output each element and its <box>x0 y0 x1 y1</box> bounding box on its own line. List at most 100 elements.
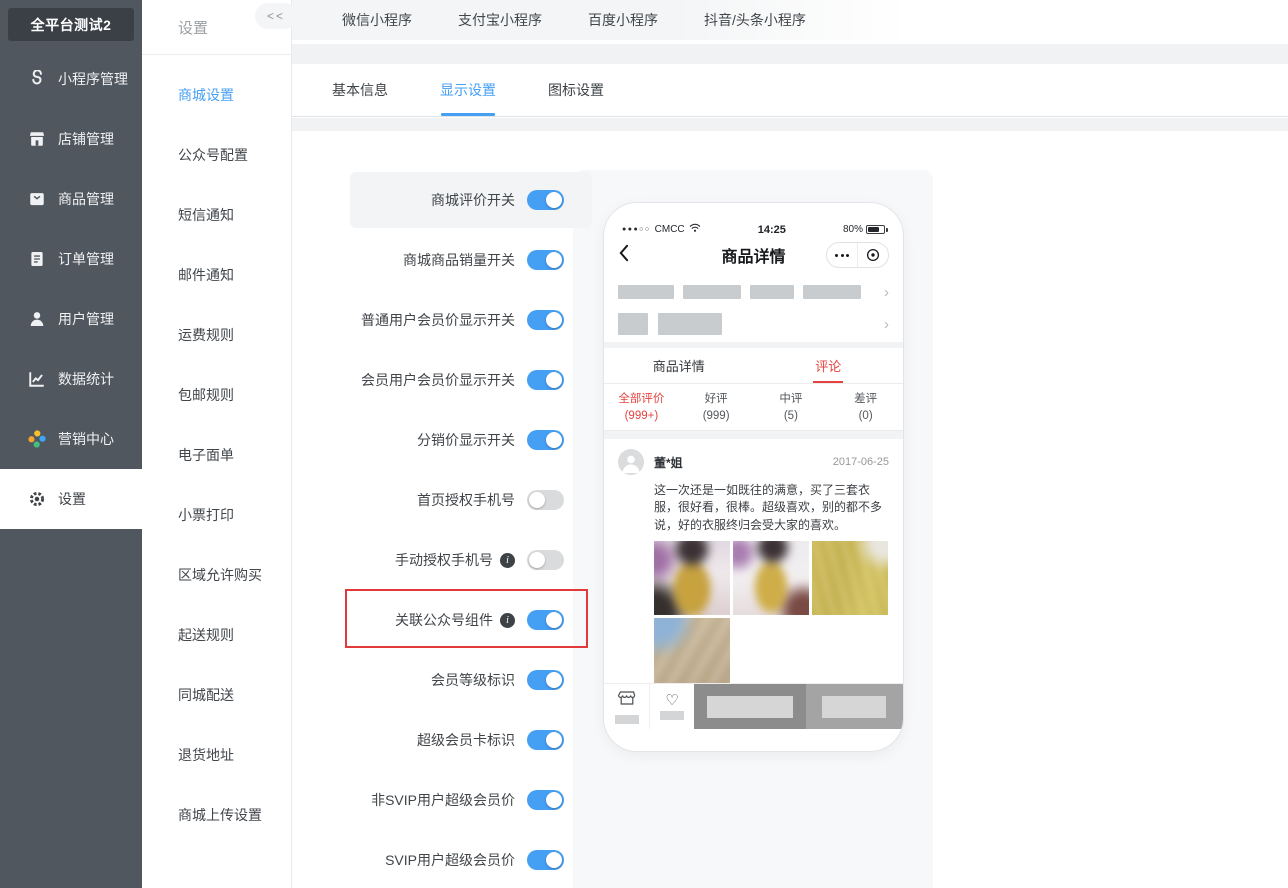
sidebar-item-label: 订单管理 <box>58 251 114 267</box>
setting-label: SVIP用户超级会员价 <box>385 852 515 868</box>
settings-item-mall-settings[interactable]: 商城设置 <box>142 65 291 125</box>
settings-item-min-order[interactable]: 起送规则 <box>142 605 291 665</box>
section-divider <box>604 431 903 439</box>
chevron-right-icon <box>884 317 889 332</box>
toggle-member-level-badge[interactable] <box>527 670 564 690</box>
sidebar-item-goods[interactable]: 商品管理 <box>0 169 142 229</box>
filter-neutral: 中评 (5) <box>754 384 829 430</box>
review-photo <box>654 541 730 616</box>
placeholder-bar <box>618 285 674 299</box>
toggle-sales-count[interactable] <box>527 250 564 270</box>
buy-now-button-placeholder <box>805 684 903 729</box>
review-photo <box>812 541 888 616</box>
highlight-red-box <box>345 589 588 648</box>
setting-label: 非SVIP用户超级会员价 <box>371 792 515 808</box>
favorite-cell <box>649 684 694 729</box>
filter-all-reviews: 全部评价 (999+) <box>604 384 679 430</box>
main-sidebar: 全平台测试2 小程序管理 店铺管理 商品管理 订单管理 用户管理 数据统计 营销… <box>0 0 142 888</box>
toggle-home-phone-auth[interactable] <box>527 490 564 510</box>
phone-tab-comments: 评论 <box>754 348 904 383</box>
review-filter-bar: 全部评价 (999+) 好评 (999) 中评 (5) 差评 (0) <box>604 384 903 431</box>
placeholder-row-specs <box>604 278 903 306</box>
sidebar-item-stats[interactable]: 数据统计 <box>0 349 142 409</box>
toggle-normal-member-price[interactable] <box>527 310 564 330</box>
settings-menu: 商城设置 公众号配置 短信通知 邮件通知 运费规则 包邮规则 电子面单 小票打印… <box>142 55 291 845</box>
settings-item-upload-settings[interactable]: 商城上传设置 <box>142 785 291 845</box>
toggle-super-member-badge[interactable] <box>527 730 564 750</box>
toggle-member-price[interactable] <box>527 370 564 390</box>
setting-label: 普通用户会员价显示开关 <box>361 312 515 328</box>
info-icon[interactable] <box>500 552 515 568</box>
settings-item-email[interactable]: 邮件通知 <box>142 245 291 305</box>
settings-item-e-waybill[interactable]: 电子面单 <box>142 425 291 485</box>
sidebar-item-label: 用户管理 <box>58 311 114 327</box>
setting-label: 分销价显示开关 <box>417 432 515 448</box>
sidebar-item-miniprogram[interactable]: 小程序管理 <box>0 49 142 109</box>
settings-item-freight[interactable]: 运费规则 <box>142 305 291 365</box>
toggle-svip-super-price[interactable] <box>527 850 564 870</box>
tab-douyin-miniprogram[interactable]: 抖音/头条小程序 <box>704 10 806 30</box>
toggle-settings-list: 商城评价开关 商城商品销量开关 普通用户会员价显示开关 会员用户会员价显示开关 … <box>322 170 564 888</box>
settings-item-local-delivery[interactable]: 同城配送 <box>142 665 291 725</box>
setting-row-normal-member-price: 普通用户会员价显示开关 <box>322 290 564 350</box>
filter-count: (999+) <box>624 409 659 422</box>
toggle-distribution-price[interactable] <box>527 430 564 450</box>
setting-label: 会员用户会员价显示开关 <box>361 372 515 388</box>
settings-item-region-purchase[interactable]: 区域允许购买 <box>142 545 291 605</box>
settings-sidebar-header: 设置 << <box>142 0 297 55</box>
settings-item-return-address[interactable]: 退货地址 <box>142 725 291 785</box>
toggle-nonsvip-super-price[interactable] <box>527 790 564 810</box>
setting-row-home-phone-auth: 首页授权手机号 <box>322 470 564 530</box>
toggle-manual-phone-auth[interactable] <box>527 550 564 570</box>
heart-icon <box>665 693 678 708</box>
setting-label: 商城商品销量开关 <box>403 252 515 268</box>
phone-nav-bar: 商品详情 <box>604 236 903 274</box>
filter-count: (0) <box>858 409 873 422</box>
content-tab-bar: 基本信息 显示设置 图标设置 <box>292 64 1288 117</box>
battery-group: 80% <box>843 224 888 235</box>
tab-icon-settings[interactable]: 图标设置 <box>548 64 604 116</box>
tab-alipay-miniprogram[interactable]: 支付宝小程序 <box>458 10 542 30</box>
miniprogram-capsule <box>826 242 889 268</box>
toggle-mall-review[interactable] <box>527 190 564 210</box>
settings-item-official-account[interactable]: 公众号配置 <box>142 125 291 185</box>
settings-item-sms[interactable]: 短信通知 <box>142 185 291 245</box>
sidebar-item-users[interactable]: 用户管理 <box>0 289 142 349</box>
marketing-icon <box>28 430 46 448</box>
sidebar-item-settings[interactable]: 设置 <box>0 469 142 529</box>
filter-label: 差评 <box>854 393 878 405</box>
chevron-right-icon <box>884 285 889 300</box>
carrier-label: CMCC <box>654 224 685 235</box>
placeholder-bar <box>803 285 861 299</box>
settings-sidebar-title: 设置 <box>178 19 209 37</box>
setting-label: 首页授权手机号 <box>417 492 515 508</box>
phone-mockup: ●●●○○ CMCC 14:25 80% 商品详情 › › 商品详情 评论 全部… <box>603 202 904 752</box>
sidebar-item-label: 商品管理 <box>58 191 114 207</box>
filter-negative: 差评 (0) <box>828 384 903 430</box>
tab-baidu-miniprogram[interactable]: 百度小程序 <box>588 10 658 30</box>
tab-display-settings[interactable]: 显示设置 <box>440 64 496 116</box>
settings-item-receipt-print[interactable]: 小票打印 <box>142 485 291 545</box>
tab-wechat-miniprogram[interactable]: 微信小程序 <box>342 10 412 30</box>
collapse-sidebar-button[interactable]: << <box>255 3 297 29</box>
review-text: 这一次还是一如既往的满意，买了三套衣服，很好看，很棒。超级喜欢，别的都不多说，好… <box>654 483 883 532</box>
miniprogram-icon <box>28 70 46 88</box>
wifi-icon <box>689 223 701 236</box>
phone-status-bar: ●●●○○ CMCC 14:25 80% <box>604 223 903 236</box>
store-cell <box>604 684 649 729</box>
sidebar-item-shop[interactable]: 店铺管理 <box>0 109 142 169</box>
main-content: 微信小程序 支付宝小程序 百度小程序 抖音/头条小程序 基本信息 显示设置 图标… <box>292 0 1288 888</box>
settings-item-free-shipping[interactable]: 包邮规则 <box>142 365 291 425</box>
sidebar-item-label: 营销中心 <box>58 431 114 447</box>
phone-bottom-bar <box>604 683 903 729</box>
sidebar-item-label: 设置 <box>58 491 86 507</box>
divider-band <box>292 118 1288 131</box>
shop-icon <box>28 130 46 148</box>
phone-preview-panel: ●●●○○ CMCC 14:25 80% 商品详情 › › 商品详情 评论 全部… <box>573 170 933 888</box>
setting-row-member-price: 会员用户会员价显示开关 <box>322 350 564 410</box>
add-to-cart-button-placeholder <box>694 684 806 729</box>
tab-basic-info[interactable]: 基本信息 <box>332 64 388 116</box>
sidebar-item-marketing[interactable]: 营销中心 <box>0 409 142 469</box>
phone-detail-tabs: 商品详情 评论 <box>604 348 903 384</box>
sidebar-item-orders[interactable]: 订单管理 <box>0 229 142 289</box>
